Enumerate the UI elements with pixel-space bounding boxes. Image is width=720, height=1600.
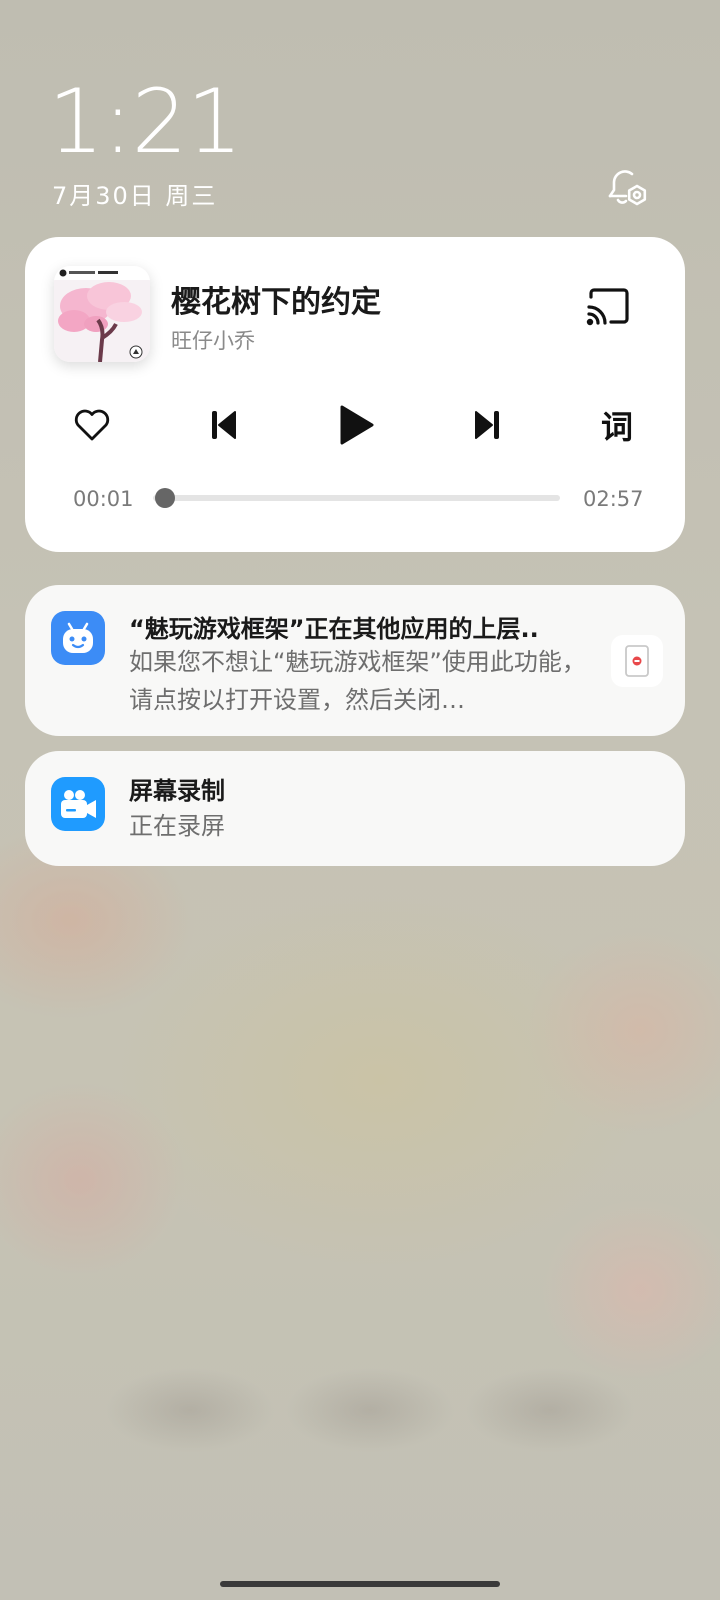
total-duration: 02:57 <box>583 487 644 511</box>
cast-icon[interactable] <box>583 285 633 329</box>
media-player-card[interactable]: 樱花树下的约定 旺仔小乔 词 00:01 02:57 <box>25 237 685 552</box>
heart-icon <box>74 409 110 441</box>
android-robot-icon <box>63 622 93 653</box>
song-artist: 旺仔小乔 <box>171 329 255 353</box>
notification-screen-recording[interactable]: 屏幕录制 正在录屏 <box>25 751 685 866</box>
clock-date: 7月30日 周三 <box>52 182 218 210</box>
progress-thumb[interactable] <box>155 488 176 508</box>
album-art[interactable] <box>54 266 150 362</box>
elapsed-time: 00:01 <box>73 487 134 511</box>
notification-overlay-permission[interactable]: “魅玩游戏框架”正在其他应用的上层.. 如果您不想让“魅玩游戏框架”使用此功能，… <box>25 585 685 736</box>
skip-next-icon <box>475 411 493 439</box>
skip-previous-icon <box>212 411 217 439</box>
like-button[interactable] <box>67 400 117 450</box>
clock-time: 1:21 <box>48 70 243 173</box>
app-icon <box>51 777 105 831</box>
app-icon <box>51 611 105 665</box>
notification-action-button[interactable] <box>611 635 663 687</box>
home-indicator[interactable] <box>220 1581 500 1587</box>
lyrics-button[interactable]: 词 <box>592 400 642 450</box>
play-button[interactable] <box>331 400 381 450</box>
next-track-button[interactable] <box>462 400 512 450</box>
progress-track[interactable] <box>153 495 560 501</box>
song-title: 樱花树下的约定 <box>171 285 381 320</box>
floating-window-icon <box>625 645 649 677</box>
notification-body: 正在录屏 <box>129 812 225 840</box>
notification-body: 如果您不想让“魅玩游戏框架”使用此功能，请点按以打开设置，然后关闭… <box>129 648 586 714</box>
play-icon <box>340 405 374 445</box>
notification-settings-icon[interactable] <box>604 164 652 212</box>
notification-title: “魅玩游戏框架”正在其他应用的上层.. <box>129 615 539 643</box>
video-camera-icon <box>61 790 96 818</box>
notification-title: 屏幕录制 <box>129 777 225 805</box>
previous-track-button[interactable] <box>199 400 249 450</box>
